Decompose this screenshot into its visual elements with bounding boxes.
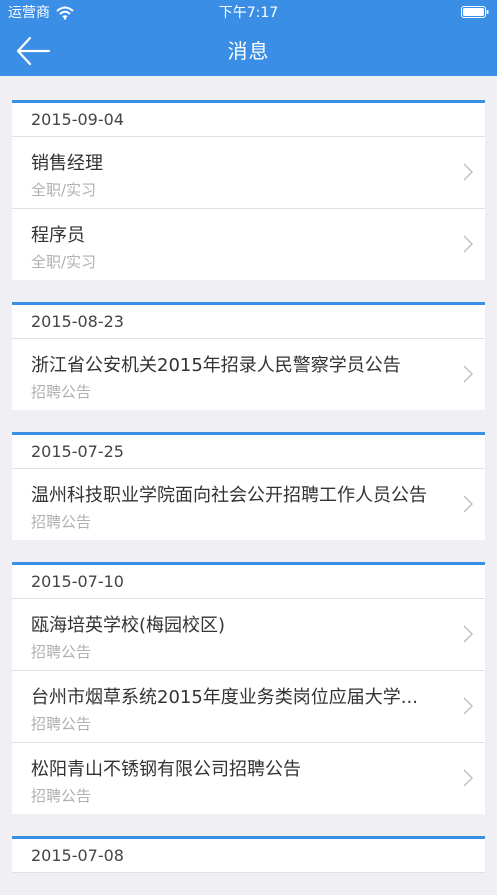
item-title: 程序员 bbox=[31, 225, 85, 246]
item-subtitle: 招聘公告 bbox=[31, 383, 92, 401]
chevron-right-icon bbox=[463, 697, 473, 715]
battery-icon bbox=[461, 6, 489, 18]
navigation-bar: 消息 bbox=[0, 26, 497, 76]
chevron-right-icon bbox=[463, 495, 473, 513]
group-date: 2015-07-10 bbox=[12, 565, 485, 599]
list-item[interactable]: 温州科技职业学院面向社会公开招聘工作人员公告 招聘公告 bbox=[12, 469, 485, 540]
item-subtitle: 全职/实习 bbox=[31, 181, 97, 199]
message-list: 2015-09-04 销售经理 全职/实习 程序员 全职/实习 2015-08-… bbox=[12, 100, 485, 895]
item-subtitle: 招聘公告 bbox=[31, 787, 92, 805]
page-title: 消息 bbox=[227, 39, 270, 63]
group-date: 2015-09-04 bbox=[12, 103, 485, 137]
message-group: 2015-07-25 温州科技职业学院面向社会公开招聘工作人员公告 招聘公告 bbox=[12, 432, 485, 540]
item-title: 台州市烟草系统2015年度业务类岗位应届大学... bbox=[31, 687, 418, 708]
message-group: 2015-07-10 瓯海培英学校(梅园校区) 招聘公告 台州市烟草系统2015… bbox=[12, 562, 485, 814]
chevron-right-icon bbox=[463, 769, 473, 787]
list-item[interactable]: 销售经理 全职/实习 bbox=[12, 137, 485, 209]
item-subtitle: 招聘公告 bbox=[31, 715, 92, 733]
group-date: 2015-07-08 bbox=[12, 839, 485, 873]
chevron-right-icon bbox=[463, 235, 473, 253]
status-bar: 运营商 下午7:17 bbox=[0, 0, 497, 26]
group-date: 2015-07-25 bbox=[12, 435, 485, 469]
item-title: 浙江省公安机关2015年招录人民警察学员公告 bbox=[31, 355, 401, 376]
list-item[interactable]: 浙江省公安机关2015年招录人民警察学员公告 招聘公告 bbox=[12, 339, 485, 410]
status-time: 下午7:17 bbox=[218, 5, 279, 21]
chevron-right-icon bbox=[463, 163, 473, 181]
list-item[interactable]: 松阳青山不锈钢有限公司招聘公告 招聘公告 bbox=[12, 743, 485, 814]
chevron-right-icon bbox=[463, 625, 473, 643]
item-title: 瓯海培英学校(梅园校区) bbox=[31, 615, 226, 636]
list-item[interactable]: 瓯海培英学校(梅园校区) 招聘公告 bbox=[12, 599, 485, 671]
item-title: 销售经理 bbox=[31, 153, 103, 174]
list-item[interactable]: 台州市烟草系统2015年度业务类岗位应届大学... 招聘公告 bbox=[12, 671, 485, 743]
item-title: 温州科技职业学院面向社会公开招聘工作人员公告 bbox=[31, 485, 427, 506]
item-subtitle: 招聘公告 bbox=[31, 643, 92, 661]
list-item[interactable]: 程序员 全职/实习 bbox=[12, 209, 485, 280]
group-date: 2015-08-23 bbox=[12, 305, 485, 339]
item-subtitle: 全职/实习 bbox=[31, 253, 97, 271]
item-title: 松阳青山不锈钢有限公司招聘公告 bbox=[31, 759, 301, 780]
message-group: 2015-08-23 浙江省公安机关2015年招录人民警察学员公告 招聘公告 bbox=[12, 302, 485, 410]
item-subtitle: 招聘公告 bbox=[31, 513, 92, 531]
message-group: 2015-07-08 bbox=[12, 836, 485, 873]
chevron-right-icon bbox=[463, 365, 473, 383]
message-group: 2015-09-04 销售经理 全职/实习 程序员 全职/实习 bbox=[12, 100, 485, 280]
